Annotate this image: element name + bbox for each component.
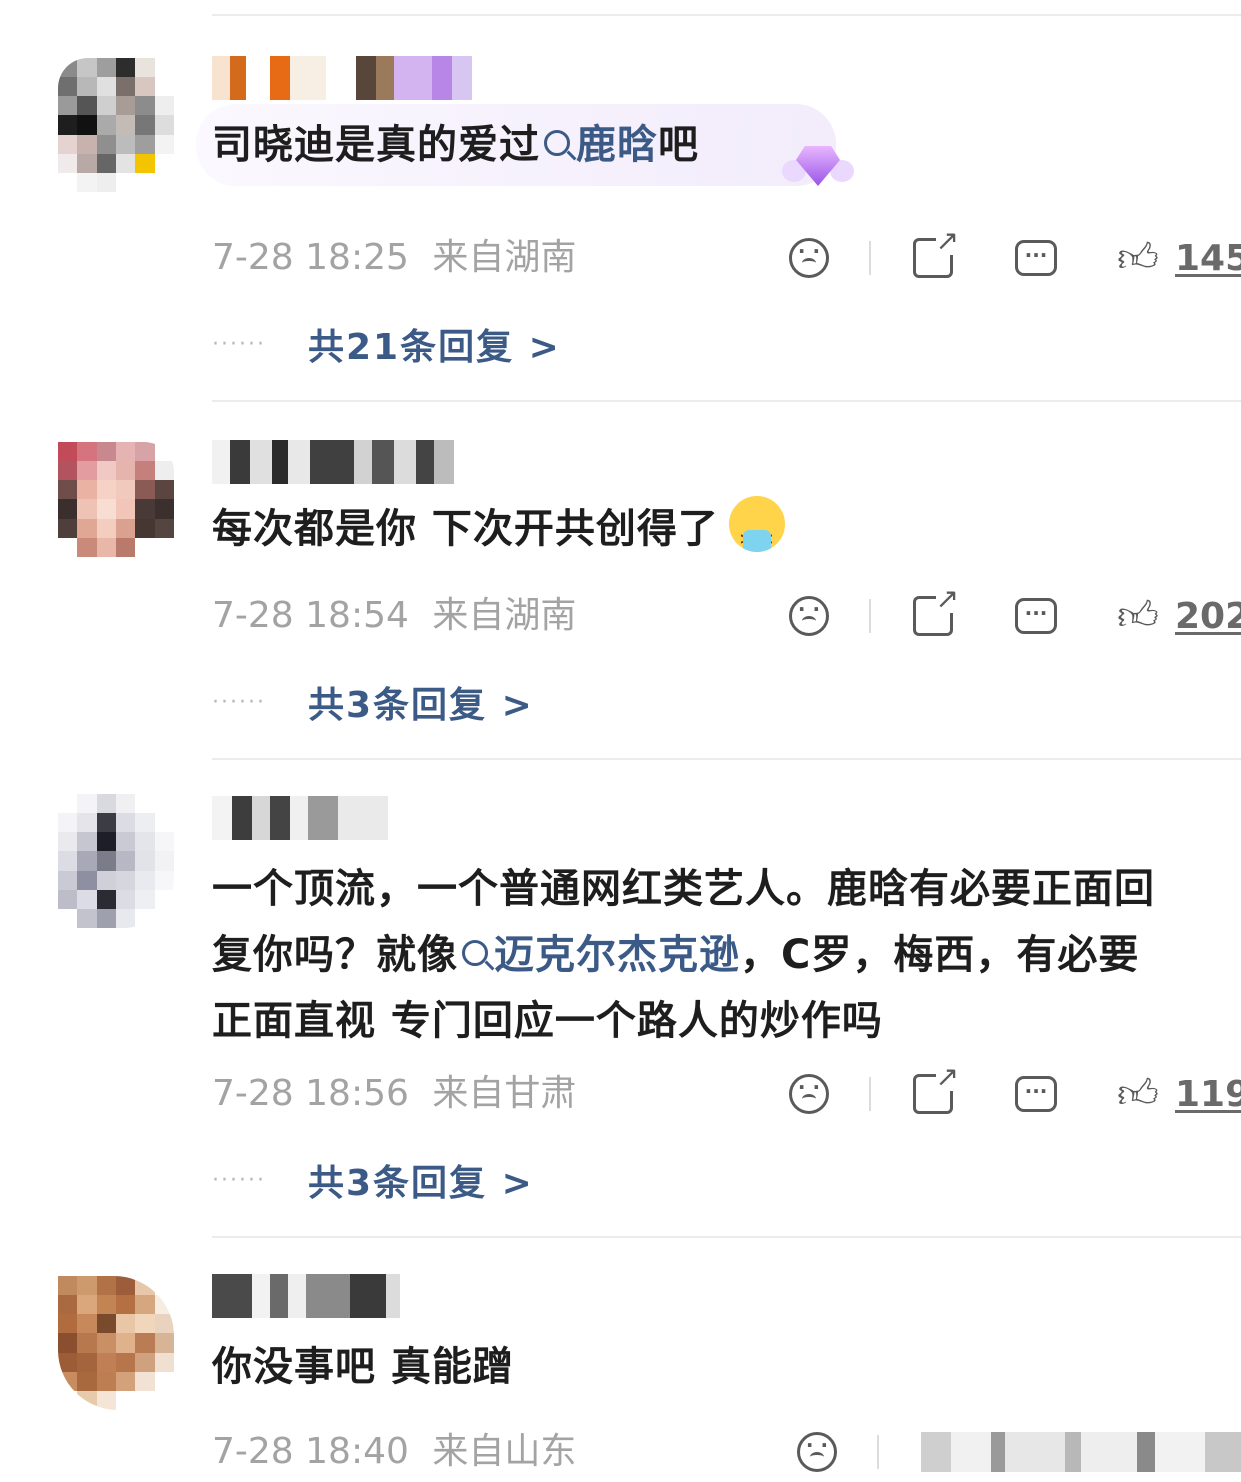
redacted-area (921, 1432, 1241, 1472)
location: 来自湖南 (432, 595, 577, 636)
divider (212, 1236, 1241, 1238)
location: 来自山东 (432, 1431, 577, 1472)
comment-icon[interactable] (1015, 598, 1057, 634)
share-icon[interactable] (913, 585, 959, 636)
comment-text: 每次都是你 下次开共创得了 (212, 496, 785, 562)
separator (869, 241, 871, 275)
dots: ······ (212, 689, 266, 715)
search-icon (462, 940, 488, 966)
timestamp: 7-28 18:54 (212, 595, 409, 636)
divider (212, 758, 1241, 760)
location: 来自湖南 (432, 237, 577, 278)
comment-icon[interactable] (1015, 1076, 1057, 1112)
timestamp: 7-28 18:40 (212, 1431, 409, 1472)
comment-line: 复你吗？就像 迈克尔杰克逊，C罗，梅西，有必要 (212, 932, 1140, 978)
like-count[interactable]: 119 (1175, 1074, 1241, 1115)
dots: ······ (212, 1167, 266, 1193)
diamond-badge-icon (782, 136, 854, 194)
comment-meta: 7-28 18:25 来自湖南 (212, 234, 576, 282)
avatar[interactable] (58, 58, 174, 192)
topic-link[interactable]: 迈克尔杰克逊 (458, 932, 740, 978)
divider (212, 14, 1241, 16)
separator (877, 1435, 879, 1469)
comment-meta: 7-28 18:54 来自湖南 (212, 592, 576, 640)
reply-link[interactable]: ······ 共21条回复 > (212, 320, 561, 368)
topic-link[interactable]: 鹿晗 (540, 122, 658, 168)
reply-count[interactable]: 共21条回复 > (308, 318, 561, 370)
action-bar: 👍︎ 145 (789, 227, 1241, 282)
comment-text: 司晓迪是真的爱过 鹿晗吧 (212, 122, 699, 168)
reply-link[interactable]: ······ 共3条回复 > (212, 1156, 534, 1204)
search-icon (544, 130, 570, 156)
like-count[interactable]: 145 (1175, 238, 1241, 279)
frown-face-icon[interactable] (789, 238, 829, 278)
hot-face-emoji (728, 496, 785, 552)
avatar[interactable] (58, 442, 174, 576)
timestamp: 7-28 18:56 (212, 1073, 409, 1114)
like-count[interactable]: 202 (1175, 596, 1241, 637)
comment-icon[interactable] (1015, 240, 1057, 276)
divider (212, 400, 1241, 402)
username-redacted[interactable] (212, 56, 472, 100)
comment-meta: 7-28 18:56 来自甘肃 (212, 1070, 576, 1118)
frown-face-icon[interactable] (789, 596, 829, 636)
frown-face-icon[interactable] (797, 1432, 837, 1472)
avatar[interactable] (58, 1276, 174, 1410)
separator (869, 1077, 871, 1111)
action-bar: 👍︎ 202 (789, 585, 1241, 640)
share-icon[interactable] (913, 1063, 959, 1114)
reply-count[interactable]: 共3条回复 > (308, 676, 534, 728)
thumbs-up-icon[interactable]: 👍︎ (1117, 1073, 1159, 1115)
username-redacted[interactable] (212, 796, 388, 840)
username-redacted[interactable] (212, 440, 454, 484)
reply-count[interactable]: 共3条回复 > (308, 1154, 534, 1206)
location: 来自甘肃 (432, 1073, 577, 1114)
comment-text: 一个顶流，一个普通网红类艺人。鹿晗有必要正面回 复你吗？就像 迈克尔杰克逊，C罗，… (212, 856, 1241, 1054)
frown-face-icon[interactable] (789, 1074, 829, 1114)
action-bar (797, 1428, 1241, 1476)
separator (869, 599, 871, 633)
timestamp: 7-28 18:25 (212, 237, 409, 278)
comment-line: 正面直视 专门回应一个路人的炒作吗 (212, 998, 883, 1044)
reply-link[interactable]: ······ 共3条回复 > (212, 678, 534, 726)
action-bar: 👍︎ 119 (789, 1063, 1241, 1118)
dots: ······ (212, 331, 266, 357)
thumbs-up-icon[interactable]: 👍︎ (1117, 595, 1159, 637)
avatar[interactable] (58, 794, 174, 928)
thumbs-up-icon[interactable]: 👍︎ (1117, 237, 1159, 279)
comment-line: 一个顶流，一个普通网红类艺人。鹿晗有必要正面回 (212, 866, 1155, 912)
share-icon[interactable] (913, 227, 959, 278)
comment-meta: 7-28 18:40 来自山东 (212, 1428, 576, 1476)
username-redacted[interactable] (212, 1274, 400, 1318)
comment-text: 你没事吧 真能蹭 (212, 1344, 514, 1390)
